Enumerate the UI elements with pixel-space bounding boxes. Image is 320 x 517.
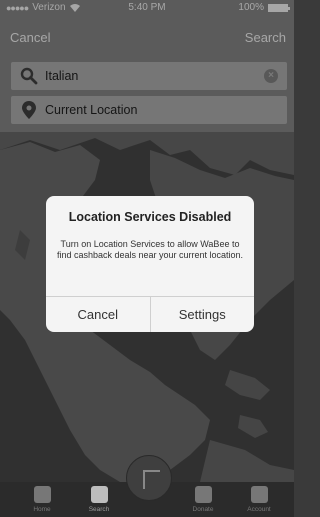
tab-account[interactable]: Account — [234, 486, 284, 513]
tab-home[interactable]: Home — [17, 486, 67, 513]
account-icon — [250, 486, 268, 503]
tab-donate[interactable]: Donate — [178, 486, 228, 513]
tab-search-label: Search — [88, 506, 110, 513]
tab-home-label: Home — [33, 506, 51, 513]
dialog-title: Location Services Disabled — [68, 210, 232, 224]
donate-icon — [194, 486, 212, 503]
dialog-message: Turn on Location Services to allow WaBee… — [56, 239, 244, 260]
home-icon — [33, 486, 51, 503]
tab-search[interactable]: Search — [74, 486, 124, 513]
search-tab-icon — [90, 486, 108, 503]
dialog-buttons: Cancel Settings — [46, 296, 254, 332]
dialog-cancel-button[interactable]: Cancel — [46, 297, 150, 332]
screen: ●●●●● Verizon 5:40 PM 100% Cancel Search… — [0, 0, 294, 517]
tab-donate-label: Donate — [192, 506, 214, 513]
corner-icon — [142, 470, 160, 489]
dialog-settings-button[interactable]: Settings — [149, 297, 255, 332]
center-action-button[interactable] — [126, 455, 172, 501]
tab-account-label: Account — [247, 506, 271, 513]
location-alert-dialog: Location Services Disabled Turn on Locat… — [46, 196, 254, 332]
